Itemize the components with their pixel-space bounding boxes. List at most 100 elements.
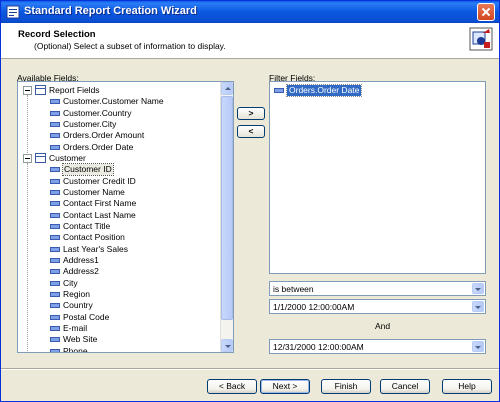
field-icon (50, 121, 60, 127)
tree-field-label: Address1 (63, 254, 99, 265)
scroll-thumb[interactable] (221, 96, 233, 320)
tree-field-item[interactable]: Contact First Name (18, 198, 218, 209)
tree-field-label: Contact First Name (63, 198, 137, 209)
tree-group[interactable]: Report Fields (18, 85, 218, 96)
tree-field-label: Customer.Country (63, 107, 132, 118)
help-button[interactable]: Help (442, 379, 492, 394)
tree-field-item[interactable]: Phone (18, 345, 218, 353)
tree-field-item[interactable]: E-mail (18, 323, 218, 334)
filter-field-label: Orders.Order Date (285, 84, 363, 97)
table-icon (35, 85, 46, 95)
finish-button[interactable]: Finish (321, 379, 371, 394)
chevron-down-icon[interactable] (472, 301, 484, 312)
tree-field-item[interactable]: Customer Name (18, 187, 218, 198)
field-icon (50, 291, 60, 297)
tree-field-item[interactable]: Customer.Customer Name (18, 96, 218, 107)
field-icon (50, 189, 60, 195)
field-icon (50, 314, 60, 320)
field-icon (50, 201, 60, 207)
tree-field-label: Customer ID (62, 163, 114, 177)
available-fields-tree: Report Fields Customer.Customer Name Custo… (18, 82, 220, 352)
tree-field-item[interactable]: Contact Title (18, 221, 218, 232)
tree-field-item[interactable]: Address1 (18, 255, 218, 266)
field-icon (50, 133, 60, 139)
available-fields-scrollbar[interactable] (220, 82, 233, 352)
tree-field-label: Customer Credit ID (63, 175, 136, 186)
collapse-icon[interactable] (23, 86, 32, 95)
tree-field-label: Last Year's Sales (63, 243, 128, 254)
field-icon (50, 303, 60, 309)
window-title: Standard Report Creation Wizard (24, 5, 197, 17)
tree-field-item[interactable]: City (18, 278, 218, 289)
filter-operator-value: is between (273, 284, 314, 294)
field-icon (50, 269, 60, 275)
cancel-button[interactable]: Cancel (380, 379, 430, 394)
tree-field-item[interactable]: Country (18, 300, 218, 311)
field-icon (50, 167, 60, 173)
filter-from-select[interactable]: 1/1/2000 12:00:00AM (269, 299, 486, 314)
tree-field-item[interactable]: Contact Last Name (18, 210, 218, 221)
tree-field-label: Contact Title (63, 220, 111, 231)
add-field-button[interactable]: > (237, 107, 265, 120)
tree-field-item[interactable]: Orders.Order Amount (18, 130, 218, 141)
page-title: Record Selection (18, 29, 96, 40)
tree-field-label: Customer.City (63, 118, 117, 129)
field-icon (50, 144, 60, 150)
field-icon (50, 280, 60, 286)
footer-divider (1, 368, 499, 370)
field-icon (50, 246, 60, 252)
chevron-down-icon[interactable] (472, 341, 484, 352)
tree-field-label: City (63, 277, 78, 288)
back-button[interactable]: < Back (207, 379, 257, 394)
filter-operator-select[interactable]: is between (269, 281, 486, 296)
tree-field-item[interactable]: Postal Code (18, 312, 218, 323)
tree-field-label: Web Site (63, 334, 98, 345)
tree-field-item[interactable]: Region (18, 289, 218, 300)
tree-field-label: Postal Code (63, 311, 110, 322)
tree-connector (27, 95, 28, 153)
filter-fields-list[interactable]: Orders.Order Date (269, 81, 486, 274)
tree-group[interactable]: Customer (18, 152, 218, 164)
field-icon (50, 325, 60, 331)
tree-field-label: Phone (63, 345, 88, 353)
filter-to-value: 12/31/2000 12:00:00AM (273, 342, 364, 352)
scroll-down-button[interactable] (221, 339, 233, 352)
tree-field-label: Region (63, 288, 90, 299)
collapse-icon[interactable] (23, 153, 32, 163)
chevron-down-icon[interactable] (472, 283, 484, 294)
field-icon (50, 178, 60, 184)
and-label: And (375, 321, 391, 331)
field-icon (50, 223, 60, 229)
tree-group-label: Report Fields (49, 85, 100, 95)
tree-field-item[interactable]: Customer Credit ID (18, 176, 218, 187)
next-button[interactable]: Next > (260, 379, 310, 394)
tree-field-item[interactable]: Customer.City (18, 119, 218, 130)
tree-field-item[interactable]: Customer ID (18, 163, 218, 177)
field-icon (274, 88, 284, 93)
remove-field-button[interactable]: < (237, 125, 265, 138)
tree-field-item[interactable]: Orders.Order Date (18, 142, 218, 153)
tree-field-label: Contact Position (63, 232, 125, 243)
title-bar[interactable]: Standard Report Creation Wizard (1, 1, 499, 23)
tree-field-item[interactable]: Web Site (18, 334, 218, 345)
field-icon (50, 235, 60, 241)
filter-from-value: 1/1/2000 12:00:00AM (273, 302, 355, 312)
tree-field-label: Customer Name (63, 186, 125, 197)
tree-field-label: Country (63, 300, 93, 311)
field-icon (50, 348, 60, 352)
tree-field-label: E-mail (63, 322, 88, 333)
tree-field-label: Address2 (63, 266, 99, 277)
close-button[interactable] (477, 3, 495, 21)
scroll-up-button[interactable] (221, 82, 233, 95)
filter-to-select[interactable]: 12/31/2000 12:00:00AM (269, 339, 486, 354)
tree-field-item[interactable]: Customer.Country (18, 108, 218, 119)
tree-field-item[interactable]: Last Year's Sales (18, 244, 218, 255)
field-icon (50, 110, 60, 116)
available-fields-list[interactable]: Report Fields Customer.Customer Name Custo… (17, 81, 234, 353)
tree-field-item[interactable]: Contact Position (18, 232, 218, 243)
page-subtitle: (Optional) Select a subset of informatio… (34, 41, 226, 51)
tree-group-label: Customer (49, 152, 86, 163)
wizard-window: Standard Report Creation Wizard Record S… (0, 0, 500, 402)
tree-field-item[interactable]: Address2 (18, 266, 218, 277)
filter-field-item[interactable]: Orders.Order Date (270, 84, 470, 97)
